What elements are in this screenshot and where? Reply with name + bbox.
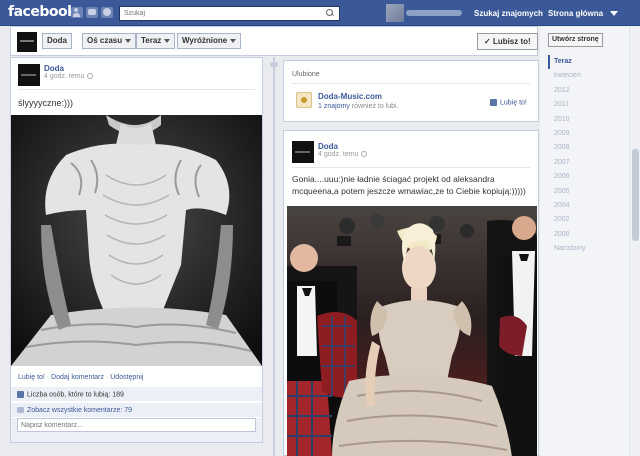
- year-link[interactable]: 2006: [548, 170, 628, 184]
- year-link-active[interactable]: Teraz: [548, 55, 628, 70]
- post-card: Doda 4 godz. temu Gonia....uuu:)nie ładn…: [283, 130, 539, 456]
- post-photo[interactable]: [11, 115, 262, 366]
- facebook-logo[interactable]: facebook: [8, 4, 76, 20]
- scrollbar-thumb[interactable]: [632, 149, 639, 241]
- page-thumbnail-icon[interactable]: [296, 92, 312, 108]
- post-author[interactable]: Doda: [318, 142, 338, 151]
- user-name-blurred[interactable]: [406, 10, 462, 16]
- highlights-dropdown[interactable]: Wyróżnione: [177, 33, 242, 49]
- notifications-icon[interactable]: [101, 7, 113, 18]
- red-carpet-photo: [287, 206, 537, 456]
- messages-icon[interactable]: [86, 7, 98, 18]
- friend-count-link[interactable]: 1 znajomy: [318, 103, 350, 110]
- highlights-label: Wyróżnione: [182, 36, 228, 45]
- home-link[interactable]: Strona główna: [548, 9, 603, 18]
- year-list: Teraz kwiecień 2012 2011 2010 2009 2008 …: [548, 55, 628, 256]
- divider: [18, 89, 255, 90]
- notification-jewels: [71, 7, 113, 18]
- post-author[interactable]: Doda: [44, 64, 64, 73]
- comment-icon: [17, 407, 24, 414]
- favorite-meta-text: również to lubi.: [349, 103, 399, 110]
- create-page-button[interactable]: Utwórz stronę: [548, 33, 603, 47]
- chevron-down-icon: [125, 38, 132, 43]
- comments-row: Zobacz wszystkie komentarze: 79: [11, 402, 262, 417]
- year-link[interactable]: 2011: [548, 98, 628, 112]
- year-link[interactable]: 2012: [548, 84, 628, 98]
- friend-requests-icon[interactable]: [71, 7, 83, 18]
- post-time-text: 4 godz. temu: [44, 73, 85, 80]
- favorites-title: Ulubione: [292, 71, 320, 78]
- search-icon[interactable]: [326, 9, 334, 17]
- post-card: Doda 4 godz. temu ślyyyyczne:))) Lubię t…: [10, 57, 263, 443]
- likes-count[interactable]: Liczba osób, które to lubią: 189: [27, 391, 124, 398]
- timeline-sidebar: Utwórz stronę Teraz kwiecień 2012 2011 2…: [540, 27, 640, 456]
- find-friends-link[interactable]: Szukaj znajomych: [474, 9, 543, 18]
- favorite-page-name[interactable]: Doda-Music.com: [318, 92, 382, 101]
- timeline-spine: [273, 57, 275, 456]
- timeline-label: Oś czasu: [87, 36, 123, 45]
- favorite-like-label: Lubię to!: [500, 99, 527, 107]
- year-link[interactable]: Narodziny: [548, 242, 628, 256]
- timeline-toolbar: Doda Oś czasu Teraz Wyróżnione ✓ Lubisz …: [10, 26, 538, 56]
- page-avatar[interactable]: [17, 32, 37, 52]
- page-name-label: Doda: [47, 36, 67, 45]
- search-box: [119, 6, 340, 21]
- divider: [292, 167, 530, 168]
- timeline-dropdown[interactable]: Oś czasu: [82, 33, 137, 49]
- favorites-card: Ulubione Doda-Music.com 1 znajomy równie…: [283, 60, 539, 122]
- feather-dress-photo: [11, 115, 262, 366]
- divider: [292, 83, 530, 84]
- now-dropdown[interactable]: Teraz: [136, 33, 176, 49]
- year-link[interactable]: 2008: [548, 141, 628, 155]
- comment-link[interactable]: Dodaj komentarz: [51, 374, 104, 381]
- scrollbar[interactable]: [629, 27, 640, 456]
- favorite-meta: 1 znajomy również to lubi.: [318, 103, 399, 110]
- year-link[interactable]: 2005: [548, 185, 628, 199]
- view-comments-link[interactable]: Zobacz wszystkie komentarze: 79: [27, 407, 132, 414]
- timeline-marker: [270, 62, 278, 67]
- post-photo[interactable]: [287, 206, 537, 456]
- page-name-button[interactable]: Doda: [42, 33, 72, 49]
- year-link[interactable]: 2009: [548, 127, 628, 141]
- year-link[interactable]: 2004: [548, 199, 628, 213]
- author-avatar[interactable]: [18, 64, 40, 86]
- search-input[interactable]: [120, 7, 320, 20]
- account-menu-arrow-icon[interactable]: [610, 11, 618, 16]
- post-text: Gonia....uuu:)nie ładnie ściagać projekt…: [292, 174, 526, 196]
- year-link[interactable]: 2000: [548, 228, 628, 242]
- like-page-button[interactable]: ✓ Lubisz to!: [477, 33, 538, 50]
- now-label: Teraz: [141, 36, 162, 45]
- share-link[interactable]: Udostępnij: [110, 374, 143, 381]
- globe-icon: [361, 151, 368, 158]
- likes-row: Liczba osób, które to lubią: 189: [11, 386, 262, 401]
- thumbs-up-icon: [17, 391, 24, 398]
- post-text: ślyyyyczne:))): [18, 98, 74, 108]
- post-time-text: 4 godz. temu: [318, 151, 359, 158]
- chevron-down-icon: [164, 38, 171, 43]
- globe-icon: [87, 73, 94, 80]
- year-link[interactable]: 2010: [548, 113, 628, 127]
- user-avatar[interactable]: [386, 4, 404, 22]
- year-link[interactable]: kwiecień: [548, 69, 628, 83]
- post-timestamp[interactable]: 4 godz. temu: [318, 151, 368, 158]
- comment-input[interactable]: [17, 418, 256, 432]
- thumbs-up-icon: [490, 99, 497, 106]
- post-actions: Lubię to! · Dodaj komentarz · Udostępnij: [18, 374, 143, 381]
- like-link[interactable]: Lubię to!: [18, 374, 45, 381]
- chevron-down-icon: [230, 38, 237, 43]
- post-timestamp[interactable]: 4 godz. temu: [44, 73, 94, 80]
- year-link[interactable]: 2002: [548, 213, 628, 227]
- favorite-like-button[interactable]: Lubię to!: [490, 99, 527, 106]
- top-bar: facebook Szukaj znajomych Strona główna: [0, 0, 640, 26]
- year-link[interactable]: 2007: [548, 156, 628, 170]
- author-avatar[interactable]: [292, 141, 314, 163]
